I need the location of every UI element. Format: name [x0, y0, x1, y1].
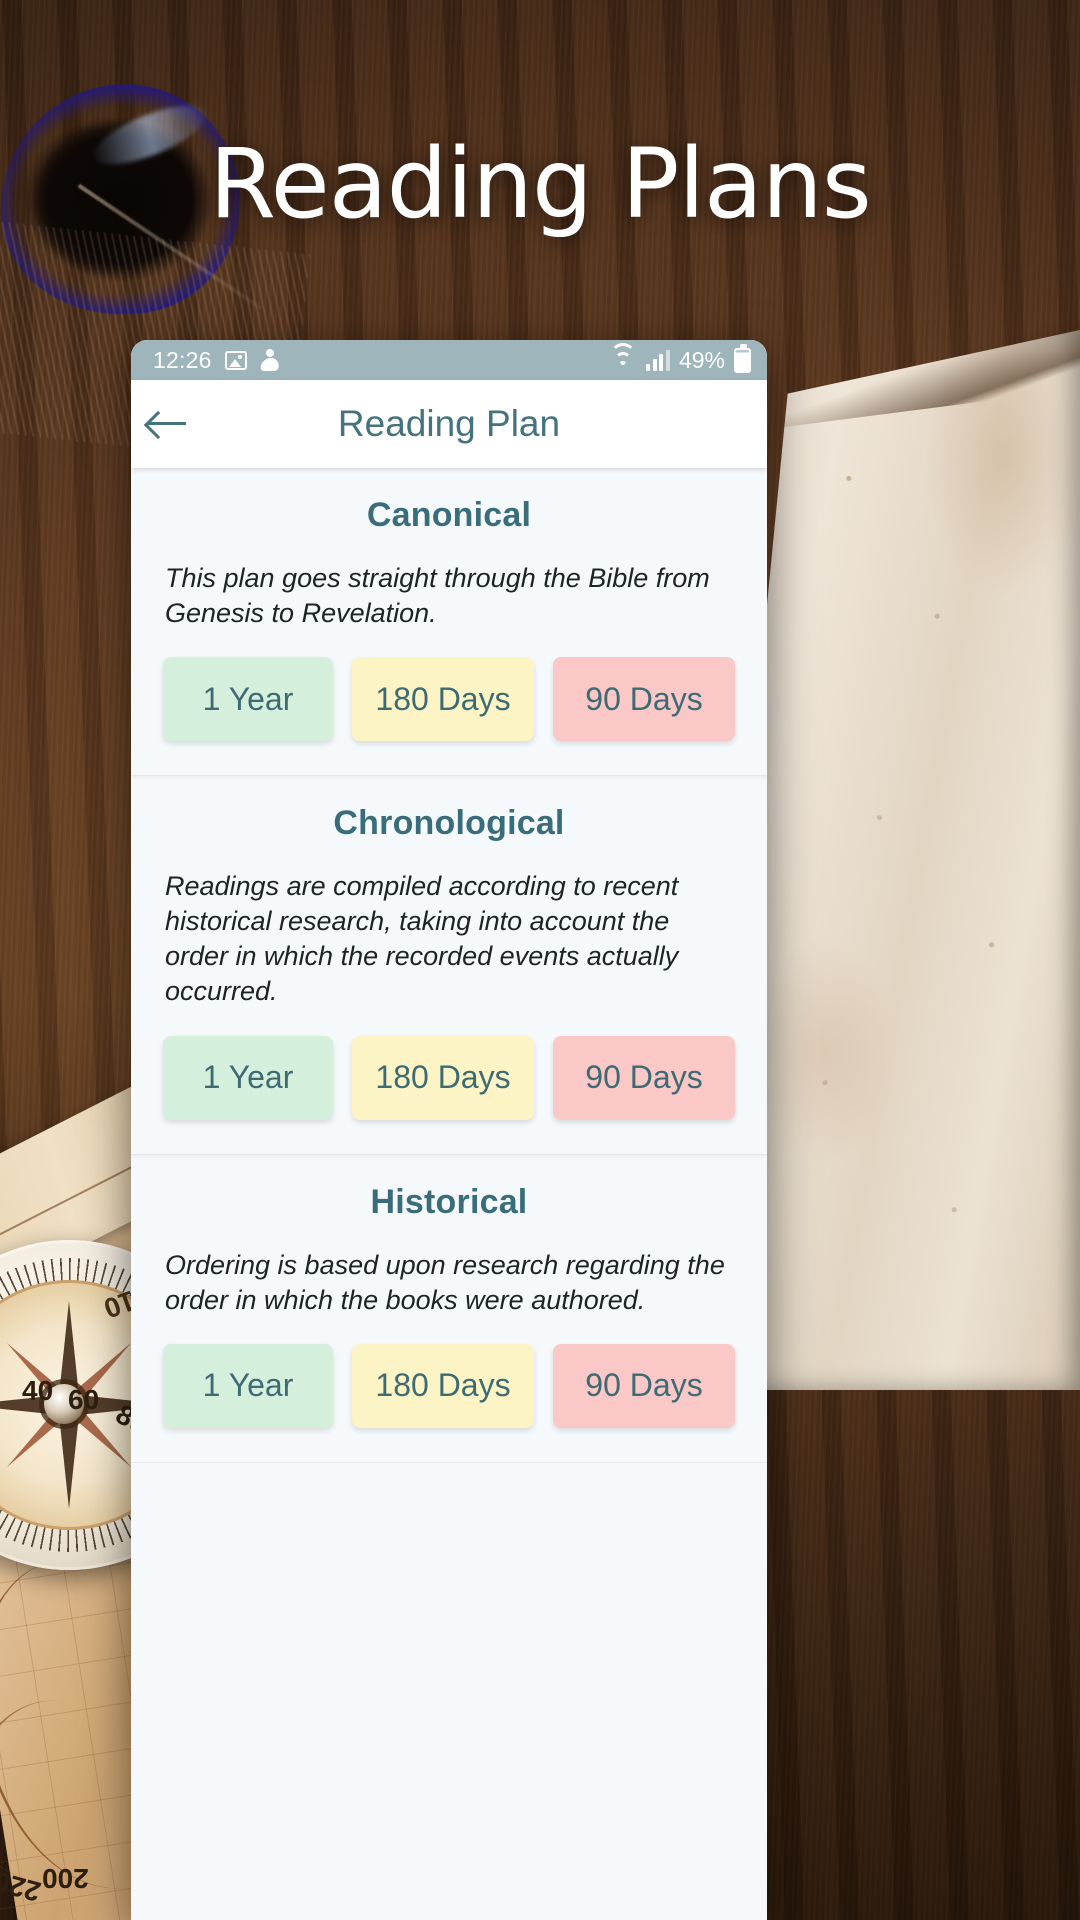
- plan-button-1-year[interactable]: 1 Year: [163, 1035, 333, 1120]
- status-bar: 12:26 49%: [131, 340, 767, 380]
- plans-list: Canonical This plan goes straight throug…: [131, 468, 767, 1920]
- plan-button-90-days[interactable]: 90 Days: [553, 657, 735, 742]
- status-bar-right: 49%: [609, 343, 751, 374]
- phone-screenshot: 12:26 49% Reading Plan Canonical This pl…: [131, 340, 767, 1920]
- plan-title: Historical: [370, 1182, 528, 1221]
- wifi-icon: [609, 343, 637, 371]
- status-bar-left: 12:26: [153, 347, 280, 374]
- compass-number-40: 40: [22, 1375, 54, 1406]
- parchment-specks: [740, 330, 1080, 1390]
- battery-percent-label: 49%: [678, 346, 725, 373]
- plan-button-90-days[interactable]: 90 Days: [553, 1035, 735, 1120]
- plan-duration-buttons: 1 Year 180 Days 90 Days: [163, 657, 735, 742]
- status-time: 12:26: [153, 346, 212, 373]
- app-bar: Reading Plan: [131, 380, 767, 468]
- person-icon: [260, 349, 280, 371]
- plan-button-90-days[interactable]: 90 Days: [553, 1343, 735, 1428]
- plan-button-1-year[interactable]: 1 Year: [163, 657, 333, 742]
- plan-description: Ordering is based upon research regardin…: [165, 1249, 725, 1315]
- back-button[interactable]: [131, 409, 205, 439]
- back-arrow-icon: [148, 409, 188, 439]
- plan-card-canonical: Canonical This plan goes straight throug…: [131, 468, 767, 777]
- plan-button-180-days[interactable]: 180 Days: [352, 1343, 534, 1428]
- plan-description: This plan goes straight through the Bibl…: [165, 563, 710, 629]
- plan-card-chronological: Chronological Readings are compiled acco…: [131, 776, 767, 1155]
- gallery-icon: [224, 350, 247, 370]
- page-title: Reading Plans: [209, 128, 871, 240]
- compass-number-200: 200: [42, 1863, 89, 1894]
- app-bar-title: Reading Plan: [337, 403, 561, 444]
- plan-description: Readings are compiled according to recen…: [165, 871, 679, 1007]
- plan-card-historical: Historical Ordering is based upon resear…: [131, 1155, 767, 1463]
- plan-title: Canonical: [366, 496, 532, 534]
- plan-duration-buttons: 1 Year 180 Days 90 Days: [163, 1343, 735, 1428]
- plan-button-180-days[interactable]: 180 Days: [352, 657, 534, 742]
- plan-button-1-year[interactable]: 1 Year: [163, 1343, 333, 1428]
- empty-list-area: [131, 1462, 767, 1920]
- plan-button-180-days[interactable]: 180 Days: [352, 1035, 534, 1120]
- signal-bars-icon: [646, 349, 670, 371]
- plan-title: Chronological: [333, 804, 565, 843]
- battery-icon: [734, 343, 751, 373]
- compass-number-60: 60: [68, 1384, 100, 1415]
- plan-duration-buttons: 1 Year 180 Days 90 Days: [163, 1035, 735, 1120]
